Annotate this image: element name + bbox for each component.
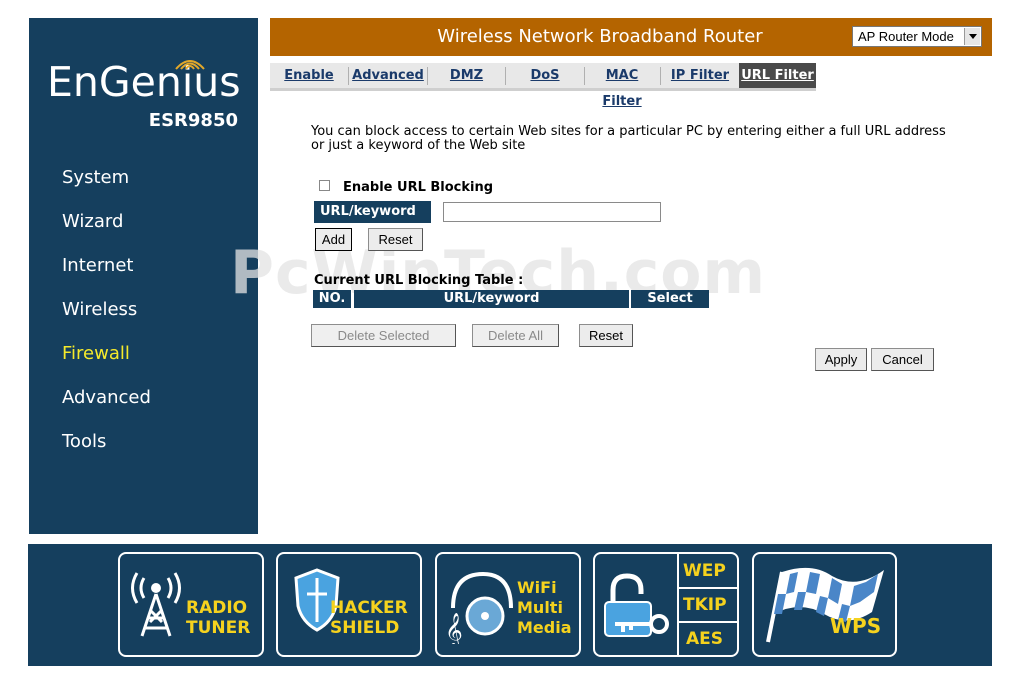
feature-radio-text: RADIO [186, 598, 248, 618]
feature-wifi-text: WiFi [517, 578, 557, 597]
url-blocking-table-header: NO. URL/keyword Select [313, 290, 709, 308]
reset-button[interactable]: Reset [368, 228, 423, 251]
antenna-tower-icon [131, 572, 181, 637]
feature-multi-text: Multi [517, 598, 563, 617]
intro-text: You can block access to certain Web site… [311, 124, 946, 153]
feature-radio-tuner: RADIO TUNER [118, 552, 264, 657]
engenius-logo: EnGenius [47, 58, 241, 106]
svg-text:𝄞: 𝄞 [445, 613, 463, 644]
tab-dmz[interactable]: DMZ [428, 63, 505, 88]
page-title: Wireless Network Broadband Router [437, 26, 763, 47]
nav-firewall[interactable]: Firewall [62, 343, 130, 364]
feature-shield-text: SHIELD [330, 618, 400, 638]
security-divider [679, 621, 737, 623]
feature-hacker-shield: HACKER SHIELD [276, 552, 422, 657]
model-name: ESR9850 [148, 110, 238, 131]
column-header-no: NO. [313, 290, 351, 308]
nav-system[interactable]: System [62, 167, 129, 188]
feature-wps: WPS [752, 552, 897, 657]
feature-tkip-text: TKIP [683, 595, 727, 615]
nav-internet[interactable]: Internet [62, 255, 133, 276]
feature-media-text: Media [517, 618, 572, 637]
tab-advanced[interactable]: Advanced [349, 63, 427, 88]
nav-advanced[interactable]: Advanced [62, 387, 151, 408]
enable-url-blocking-label: Enable URL Blocking [343, 180, 494, 195]
feature-hacker-text: HACKER [330, 598, 408, 618]
lock-key-icon [604, 573, 669, 637]
tab-mac-filter[interactable]: MAC Filter [585, 63, 659, 109]
wifi-signal-icon [175, 60, 205, 70]
mode-select[interactable]: AP Router Mode [852, 26, 982, 47]
nav-wizard[interactable]: Wizard [62, 211, 123, 232]
delete-all-button[interactable]: Delete All [472, 324, 559, 347]
tab-dos[interactable]: DoS [506, 63, 584, 88]
feature-wifi-multimedia: 𝄞 WiFi Multi Media [435, 552, 581, 657]
mode-select-value: AP Router Mode [858, 29, 954, 44]
url-keyword-input[interactable] [443, 202, 661, 222]
enable-url-blocking-checkbox[interactable] [319, 180, 330, 191]
nav-tools[interactable]: Tools [62, 431, 106, 452]
apply-button[interactable]: Apply [815, 348, 867, 371]
feature-wep-text: WEP [683, 561, 726, 581]
table-caption: Current URL Blocking Table : [314, 273, 524, 288]
nav-wireless[interactable]: Wireless [62, 299, 137, 320]
delete-selected-button[interactable]: Delete Selected [311, 324, 456, 347]
tab-enable[interactable]: Enable [270, 63, 348, 88]
url-keyword-label: URL/keyword [314, 201, 431, 223]
cancel-button[interactable]: Cancel [871, 348, 934, 371]
column-header-url: URL/keyword [354, 290, 629, 308]
feature-aes-text: AES [686, 629, 724, 649]
header-bar: Wireless Network Broadband Router AP Rou… [270, 18, 992, 56]
chevron-down-icon[interactable] [964, 28, 980, 45]
tab-url-filter[interactable]: URL Filter [739, 63, 816, 88]
tab-bar: Enable Advanced DMZ DoS MAC Filter IP Fi… [270, 63, 816, 109]
sidebar: EnGenius ESR9850 System Wizard Internet … [29, 18, 258, 534]
media-headphones-icon: 𝄞 [445, 571, 513, 644]
security-divider [677, 554, 679, 655]
security-divider [679, 587, 737, 589]
feature-banner: RADIO TUNER HACKER SHIELD 𝄞 WiFi Multi M… [28, 544, 992, 666]
add-button[interactable]: Add [315, 228, 352, 251]
column-header-select: Select [631, 290, 709, 308]
tab-ip-filter[interactable]: IP Filter [661, 63, 739, 88]
table-reset-button[interactable]: Reset [579, 324, 633, 347]
feature-wps-text: WPS [830, 614, 882, 638]
feature-security: WEP TKIP AES [593, 552, 739, 657]
feature-tuner-text: TUNER [186, 618, 251, 638]
